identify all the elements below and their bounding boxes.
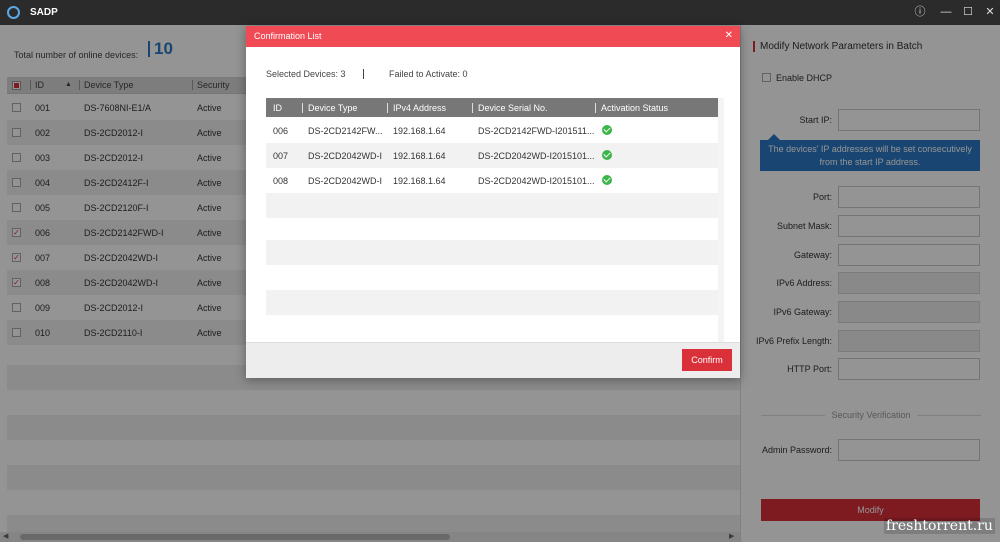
column-id: ID [273,103,282,113]
success-check-icon [602,125,612,135]
row-ipv4: 192.168.1.64 [393,176,446,186]
confirmation-dialog: Confirmation List ✕ Selected Devices: 3 … [246,26,740,378]
table-row: 006 DS-2CD2142FW... 192.168.1.64 DS-2CD2… [266,118,718,143]
table-row: 008 DS-2CD2042WD-I 192.168.1.64 DS-2CD20… [266,168,718,193]
row-ipv4: 192.168.1.64 [393,126,446,136]
row-device-type: DS-2CD2042WD-I [308,151,383,161]
close-window-icon[interactable]: ✕ [983,5,997,19]
selected-devices-text: Selected Devices: 3 [266,69,346,79]
empty-row [266,315,718,340]
dialog-vertical-scrollbar[interactable] [718,98,724,342]
title-bar: SADP ⓘ — ☐ ✕ [0,0,1000,25]
row-device-type: DS-2CD2042WD-I [308,176,383,186]
row-ipv4: 192.168.1.64 [393,151,446,161]
row-serial: DS-2CD2142FWD-I201511... [478,126,595,136]
dialog-title: Confirmation List [254,31,322,41]
row-serial: DS-2CD2042WD-I2015101... [478,151,595,161]
row-device-type: DS-2CD2142FW... [308,126,383,136]
failed-activate-text: Failed to Activate: 0 [389,69,468,79]
success-check-icon [602,175,612,185]
empty-row [266,290,718,315]
success-check-icon [602,150,612,160]
close-icon[interactable]: ✕ [725,30,733,41]
info-icon[interactable]: ⓘ [913,5,927,19]
empty-row [266,193,718,218]
maximize-icon[interactable]: ☐ [961,5,975,19]
confirmation-table-header: ID Device Type IPv4 Address Device Seria… [266,98,718,117]
minimize-icon[interactable]: — [939,5,953,19]
summary-separator [363,69,364,79]
column-ipv4: IPv4 Address [386,103,447,113]
empty-row [266,240,718,265]
dialog-header: Confirmation List ✕ [246,26,740,47]
row-id: 007 [273,151,289,161]
column-device-type: Device Type [301,103,358,113]
empty-row [266,265,718,290]
dialog-footer [246,342,740,378]
row-id: 008 [273,176,289,186]
column-activation-status: Activation Status [594,103,669,113]
table-row: 007 DS-2CD2042WD-I 192.168.1.64 DS-2CD20… [266,143,718,168]
confirm-button[interactable]: Confirm [682,349,732,371]
column-serial: Device Serial No. [472,103,548,113]
row-serial: DS-2CD2042WD-I2015101... [478,176,595,186]
row-id: 006 [273,126,289,136]
watermark-text: freshtorrent.ru [884,518,995,534]
app-title: SADP [30,7,58,18]
sadp-logo-icon [7,6,20,19]
